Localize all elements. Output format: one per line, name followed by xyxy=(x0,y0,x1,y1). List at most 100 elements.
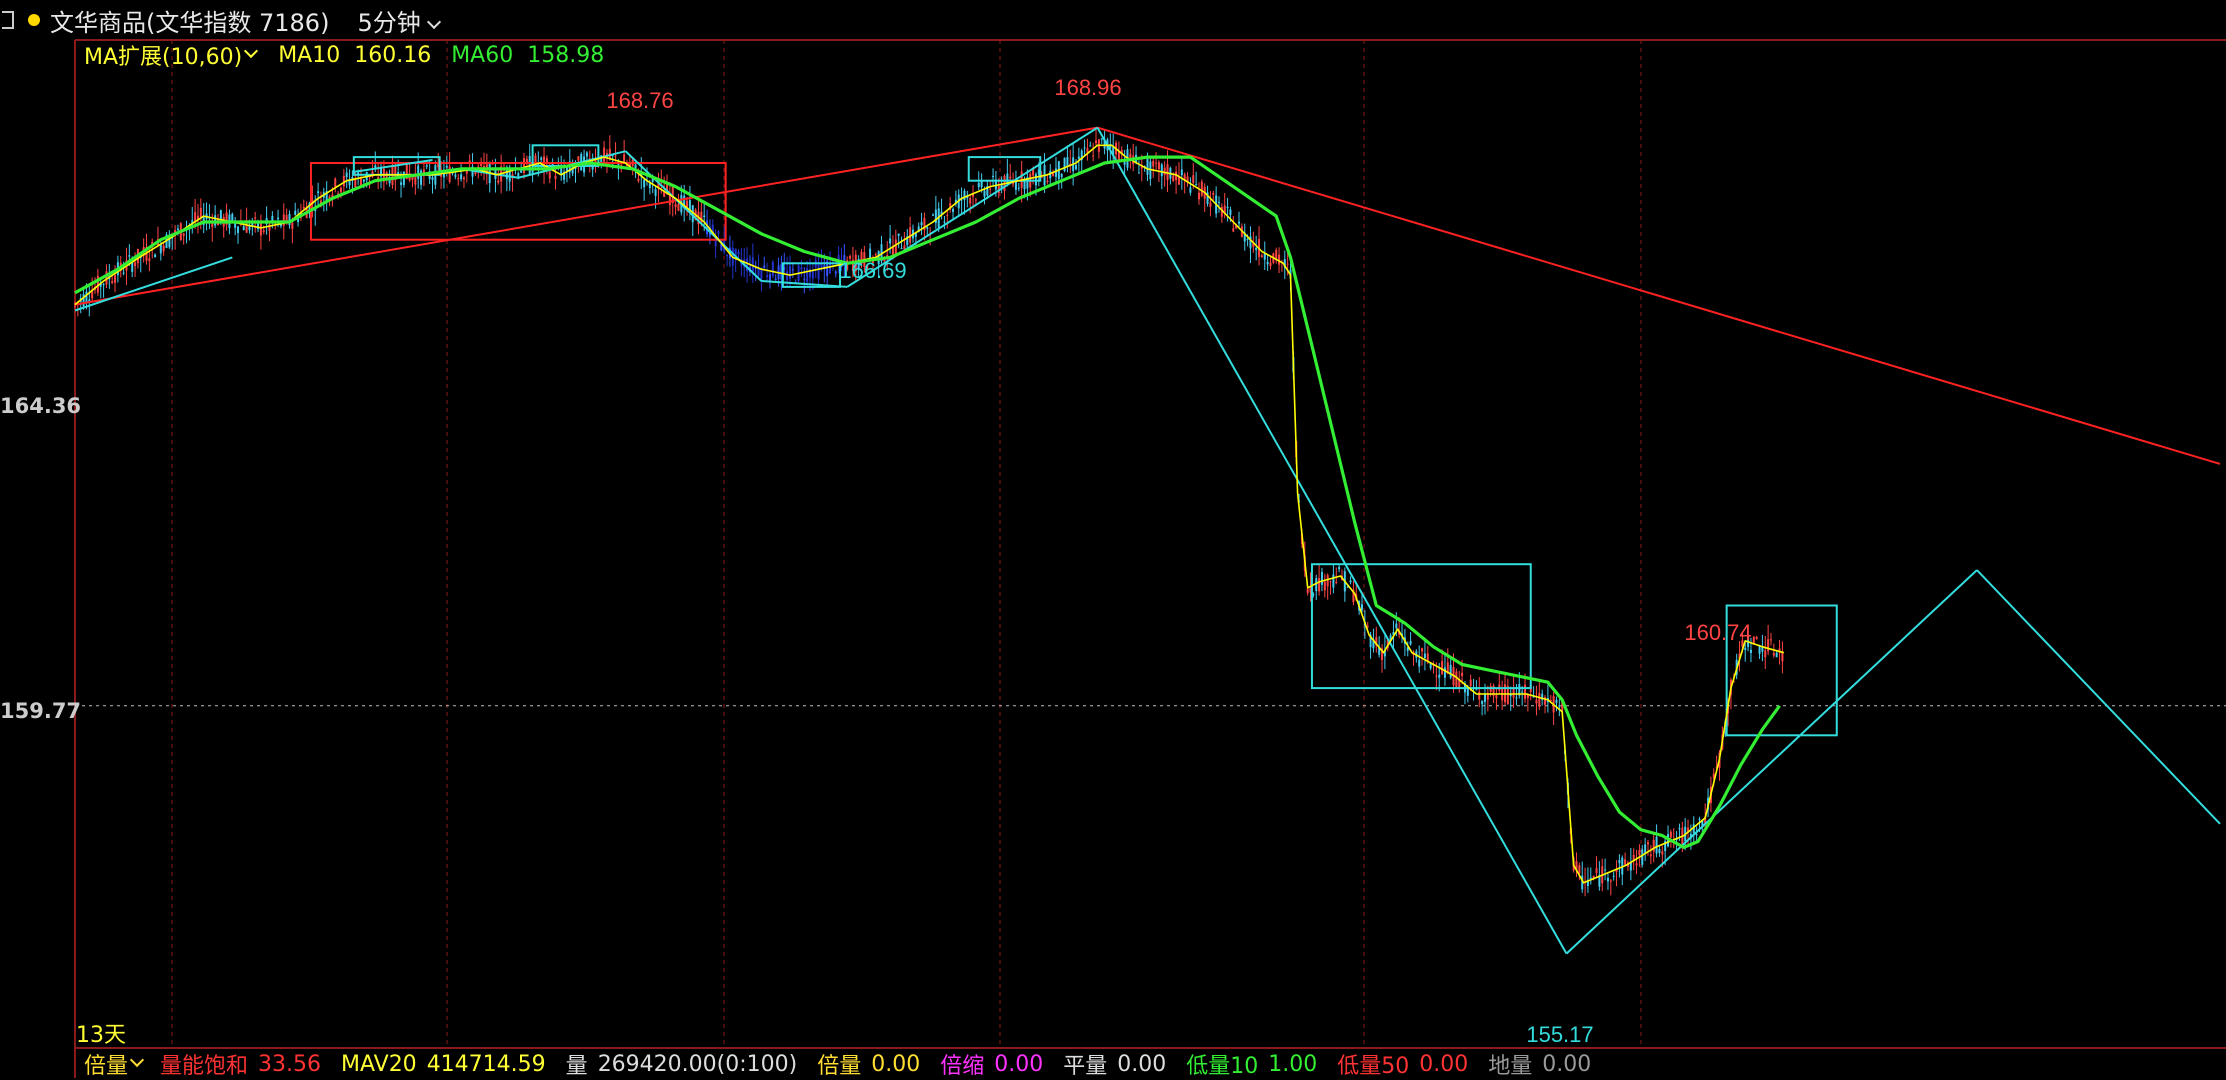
candle-body xyxy=(1083,147,1086,149)
low10-label: 低量10 xyxy=(1186,1054,1259,1079)
status-dot-icon xyxy=(28,14,40,26)
candle-body xyxy=(334,178,337,188)
candle-body xyxy=(254,217,257,219)
candle-body xyxy=(889,238,892,244)
candle-body xyxy=(643,179,646,188)
candle-body xyxy=(219,210,222,220)
candle-body xyxy=(768,274,771,281)
candle-body xyxy=(946,214,949,216)
low50-value: 0.00 xyxy=(1419,1051,1469,1077)
candle-body xyxy=(977,182,980,188)
candle-body xyxy=(237,226,240,233)
candle-body xyxy=(1475,689,1478,691)
candle-body xyxy=(1218,201,1220,203)
candle-body xyxy=(348,180,351,186)
candle-body xyxy=(1046,180,1049,183)
candle-body xyxy=(462,177,465,180)
candle-body xyxy=(1767,639,1770,652)
candle-body xyxy=(1212,193,1215,195)
candle-body xyxy=(1749,649,1752,653)
candle-body xyxy=(148,258,151,262)
candle-body xyxy=(457,178,460,180)
shrink-label: 倍缩 xyxy=(940,1054,985,1079)
candle-body xyxy=(454,174,457,177)
candle-body xyxy=(654,189,657,196)
candle-body xyxy=(648,183,651,189)
candle-body xyxy=(1332,574,1335,588)
candle-body xyxy=(1669,831,1672,838)
multiple-selector[interactable]: 倍量 xyxy=(84,1048,128,1080)
candle-body xyxy=(91,291,94,299)
candle-body xyxy=(1275,249,1278,260)
candle-body xyxy=(1263,254,1266,260)
shrink-value: 0.00 xyxy=(994,1051,1044,1077)
candle-body xyxy=(1189,187,1192,193)
ground-value: 0.00 xyxy=(1542,1051,1592,1077)
candle-body xyxy=(517,173,520,177)
price-chart[interactable]: 168.76 168.96 166.69 160.74 155.17 xyxy=(0,0,2226,1078)
candle-body xyxy=(1652,839,1655,852)
candle-body xyxy=(159,244,162,254)
candle-body xyxy=(134,262,137,267)
y-tick-label: 164.36 xyxy=(0,394,82,418)
indicator-bar: MA扩展(10,60) MA10 160.16 MA60 158.98 xyxy=(84,39,618,71)
volume-indicator-bar: 倍量 量能饱和 33.56 MAV20 414714.59 量 269420.0… xyxy=(84,1048,1601,1080)
candle-body xyxy=(786,271,789,281)
candle-body xyxy=(1260,255,1263,258)
chevron-down-icon[interactable] xyxy=(244,43,259,59)
candle-body xyxy=(520,170,523,173)
candle-body xyxy=(1246,238,1249,240)
bei-value: 0.00 xyxy=(871,1051,921,1077)
candle-body xyxy=(277,217,280,220)
candle-body xyxy=(1606,877,1609,882)
candle-body xyxy=(1478,691,1481,700)
candle-body xyxy=(869,248,872,259)
candle-body xyxy=(102,284,105,286)
candle-body xyxy=(1077,156,1080,160)
candle-body xyxy=(760,269,763,280)
candle-body xyxy=(417,165,420,179)
candle-body xyxy=(803,278,806,280)
low-label-1: 166.69 xyxy=(839,258,906,283)
flat-value: 0.00 xyxy=(1117,1051,1167,1077)
candle-body xyxy=(1157,162,1160,170)
candle-body xyxy=(1589,877,1592,879)
candle-body xyxy=(1438,674,1441,678)
candle-body xyxy=(1155,162,1158,164)
candle-body xyxy=(903,245,906,250)
ma60-label: MA60 xyxy=(451,42,514,68)
candle-body xyxy=(1495,695,1498,699)
candle-body xyxy=(1461,672,1464,676)
candle-body xyxy=(122,272,125,274)
candle-body xyxy=(1655,836,1658,854)
days-label: 13天 xyxy=(76,1023,126,1048)
candle-body xyxy=(1769,639,1772,641)
indicator-name[interactable]: MA扩展(10,60) xyxy=(84,39,242,71)
period-selector[interactable]: 5分钟 xyxy=(357,3,441,38)
candle-body xyxy=(1209,202,1212,208)
candle-body xyxy=(85,291,88,303)
candle-body xyxy=(182,233,185,236)
chevron-down-icon[interactable] xyxy=(129,1052,145,1068)
candle-body xyxy=(176,228,179,231)
candle-body xyxy=(1558,705,1561,707)
candle-body xyxy=(874,254,877,256)
cut-icon[interactable] xyxy=(2,11,14,29)
candle-body xyxy=(800,267,803,270)
candle-body xyxy=(1318,578,1321,592)
trend-lines xyxy=(74,126,2221,955)
candle-body xyxy=(1152,160,1155,167)
candle-body xyxy=(1269,262,1272,267)
candle-body xyxy=(932,214,934,216)
candle-body xyxy=(952,208,955,212)
candle-body xyxy=(1555,699,1558,703)
ma10-value: 160.16 xyxy=(354,42,432,68)
instrument-title[interactable]: 文华商品(文华指数 7186) xyxy=(50,3,329,38)
candle-body xyxy=(943,221,946,223)
candle-body xyxy=(1095,140,1098,144)
candle-body xyxy=(897,233,900,236)
candle-body xyxy=(1624,859,1627,865)
candle-body xyxy=(791,269,794,271)
ground-label: 地量 xyxy=(1488,1054,1533,1079)
candle-body xyxy=(674,204,677,208)
